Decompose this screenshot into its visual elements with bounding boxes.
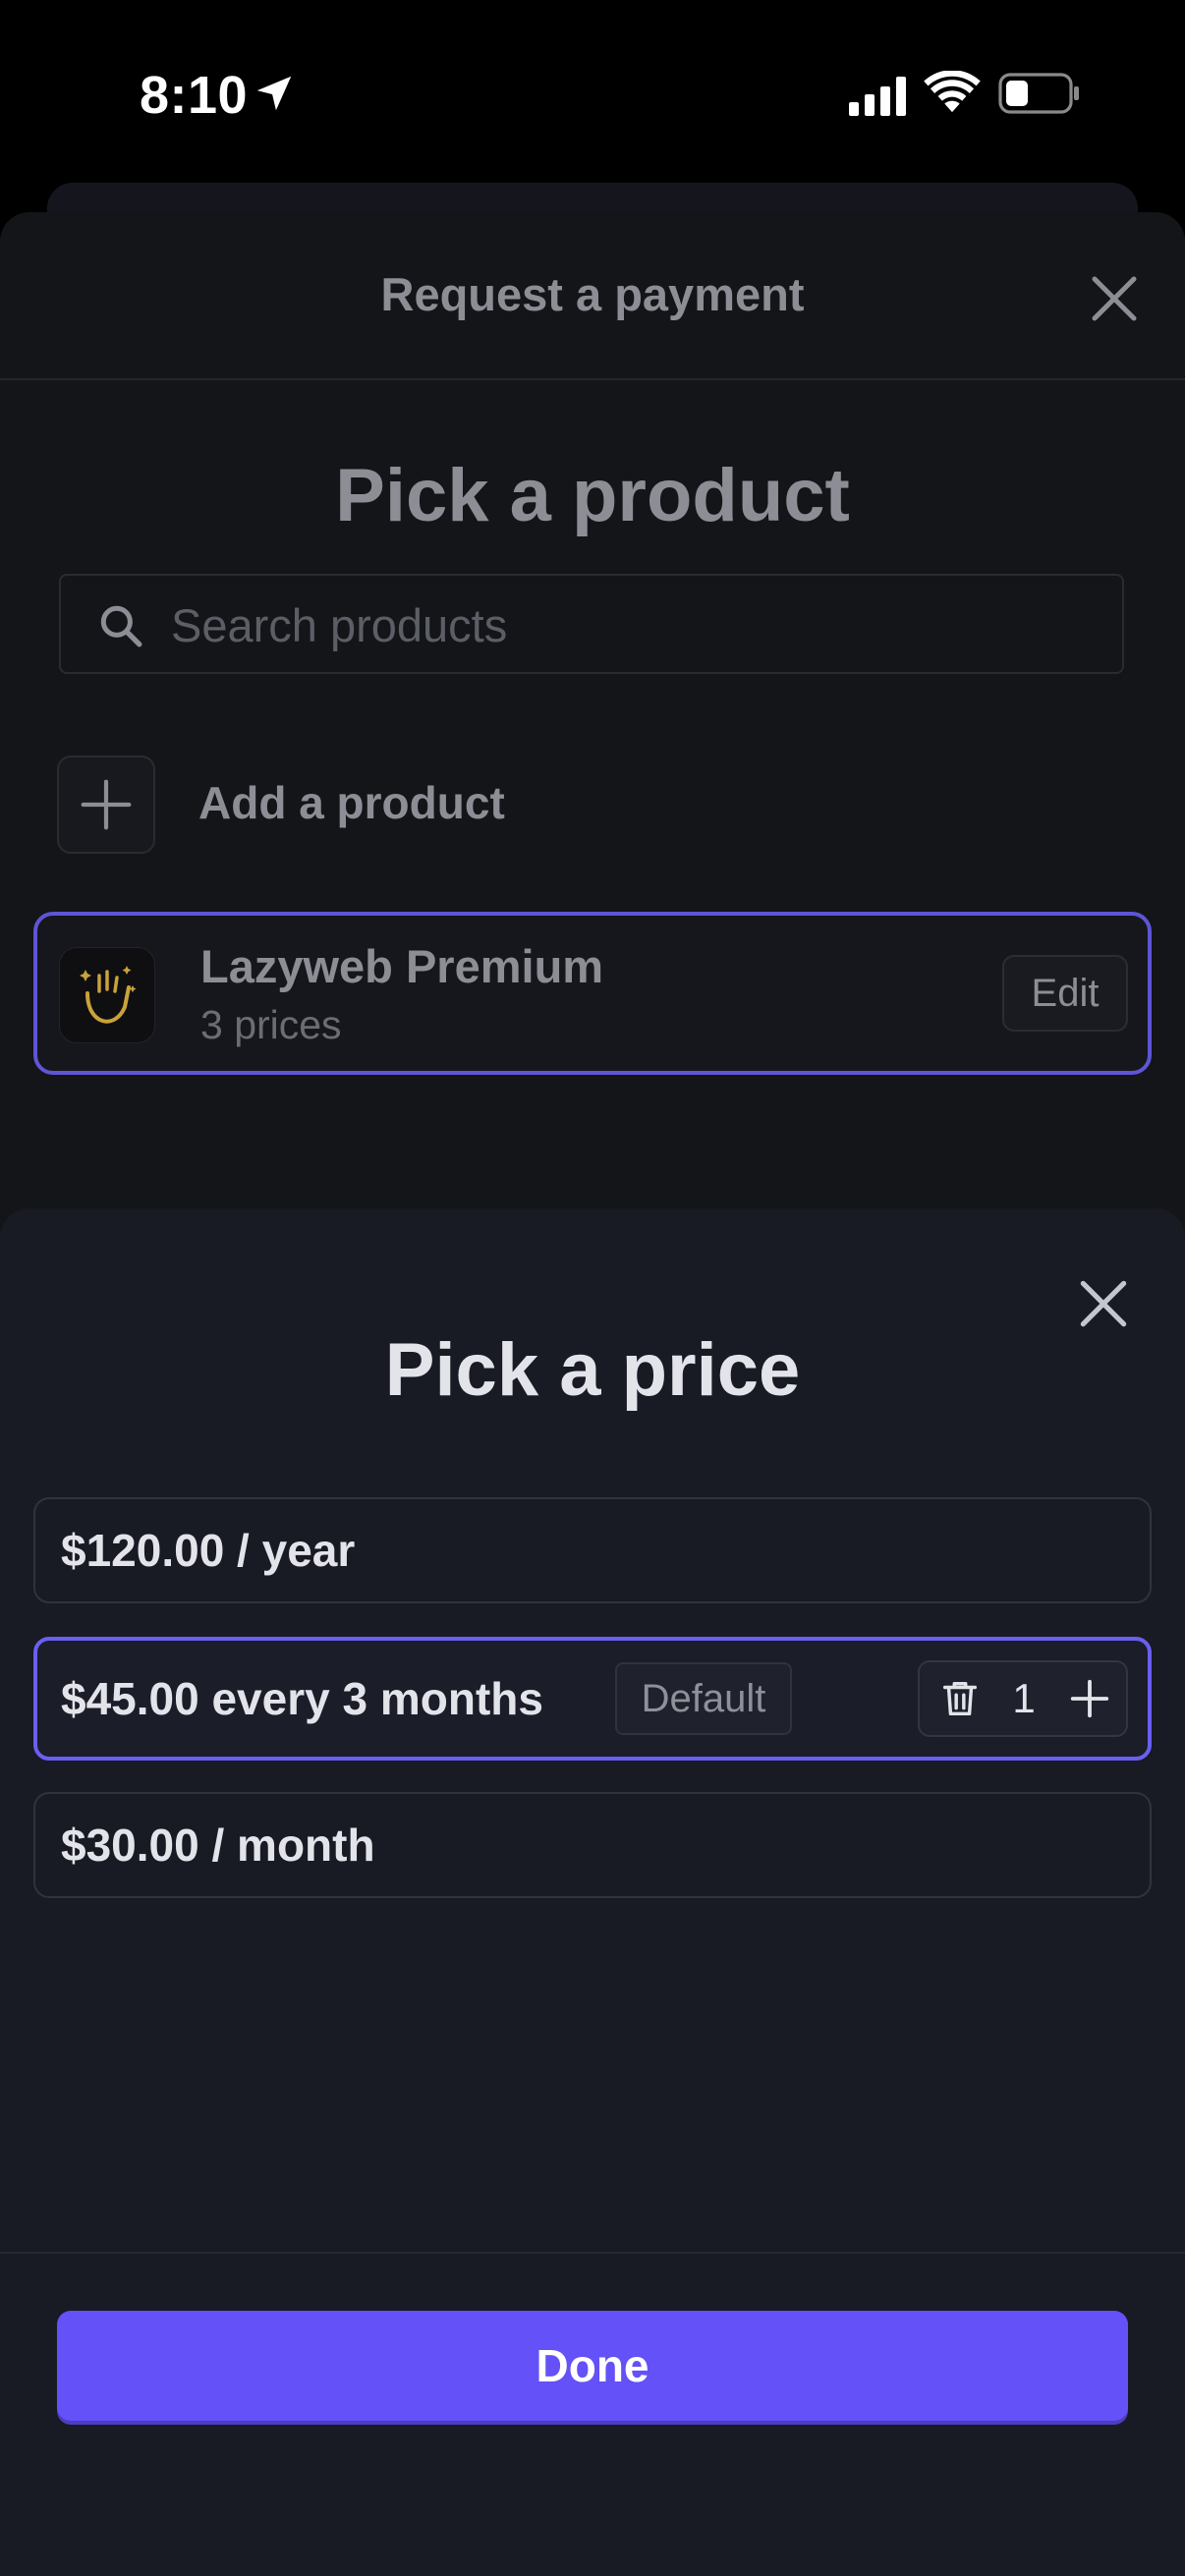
- cellular-signal-icon: [849, 77, 906, 116]
- search-input[interactable]: [169, 576, 1097, 674]
- add-product-button[interactable]: [57, 756, 155, 854]
- wifi-icon: [924, 71, 981, 113]
- price-label: $45.00 every 3 months: [61, 1673, 543, 1724]
- quantity-stepper: 1: [918, 1660, 1128, 1737]
- price-label: $120.00 / year: [61, 1525, 356, 1576]
- add-product-label[interactable]: Add a product: [198, 776, 505, 829]
- product-card-selected[interactable]: Lazyweb Premium 3 prices Edit: [33, 912, 1152, 1075]
- pick-product-heading: Pick a product: [335, 454, 850, 537]
- product-price-count: 3 prices: [200, 1002, 342, 1047]
- edit-product-button[interactable]: Edit: [1002, 955, 1128, 1032]
- done-button[interactable]: Done: [57, 2311, 1128, 2421]
- search-field[interactable]: [59, 574, 1124, 674]
- close-icon[interactable]: [1073, 1273, 1134, 1334]
- status-bar: 8:10: [0, 0, 1185, 187]
- price-option-selected[interactable]: $45.00 every 3 months Default 1: [33, 1637, 1152, 1761]
- plus-icon[interactable]: [1067, 1676, 1112, 1721]
- price-option[interactable]: $30.00 / month: [33, 1792, 1152, 1898]
- product-logo-icon: [80, 966, 137, 1024]
- header-divider: [0, 378, 1185, 380]
- trash-icon[interactable]: [937, 1676, 983, 1721]
- product-name: Lazyweb Premium: [200, 940, 604, 992]
- status-time: 8:10: [140, 66, 249, 125]
- price-label: $30.00 / month: [61, 1820, 375, 1871]
- close-icon[interactable]: [1085, 269, 1144, 328]
- default-badge: Default: [615, 1662, 792, 1735]
- sheet-title: Request a payment: [380, 268, 805, 320]
- pick-price-sheet: Pick a price $120.00 / year $45.00 every…: [0, 1208, 1185, 2576]
- quantity-value: 1: [1012, 1675, 1036, 1721]
- price-option[interactable]: $120.00 / year: [33, 1497, 1152, 1603]
- footer-divider: [0, 2252, 1185, 2254]
- product-logo: [59, 947, 155, 1043]
- request-payment-sheet: Request a payment Pick a product Add a p…: [0, 212, 1185, 1293]
- plus-icon: [81, 779, 132, 830]
- battery-icon: [998, 73, 1079, 114]
- pick-price-heading: Pick a price: [384, 1328, 801, 1412]
- location-arrow-icon: [256, 76, 292, 111]
- search-icon: [100, 605, 142, 647]
